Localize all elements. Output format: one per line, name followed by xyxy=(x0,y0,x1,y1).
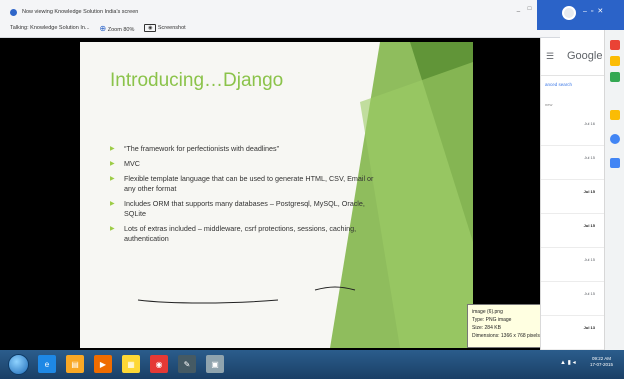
folder-icon[interactable]: ▦ xyxy=(122,355,140,373)
extension-sidebar xyxy=(604,30,624,350)
mail-date: Jul 15 xyxy=(584,155,595,160)
mail-panel: ☰ Google anced search new Jul 16 Jul 15 Ju… xyxy=(540,38,605,350)
avatar[interactable] xyxy=(562,6,576,20)
talking-text: Talking: Knowledge Solution In... xyxy=(10,25,90,31)
presentation-slide: Introducing…Django “The framework for pe… xyxy=(80,42,473,348)
screenshot-button[interactable]: ◉ Screenshot xyxy=(144,24,186,32)
meeting-share-bar: Now viewing Knowledge Solution India's s… xyxy=(0,0,560,38)
ie-icon[interactable]: e xyxy=(38,355,56,373)
extension-icon[interactable] xyxy=(610,134,620,144)
viewing-text: Now viewing Knowledge Solution India's s… xyxy=(22,9,139,15)
system-tray[interactable]: ▲ ▮ ◂ xyxy=(560,359,576,366)
zoom-control[interactable]: ⊕ Zoom 80% xyxy=(100,24,135,33)
menu-icon[interactable]: ☰ xyxy=(546,51,554,62)
mail-row[interactable]: Jul 15 xyxy=(541,214,605,248)
extension-icon[interactable] xyxy=(610,40,620,50)
clock-date: 17-07-2015 xyxy=(590,362,614,367)
share-controls: Talking: Knowledge Solution In... ⊕ Zoom… xyxy=(10,22,186,34)
viewing-row: Now viewing Knowledge Solution India's s… xyxy=(10,6,138,18)
advanced-search-link[interactable]: anced search xyxy=(545,82,572,87)
extension-icon[interactable] xyxy=(610,56,620,66)
annotation-underline xyxy=(137,286,356,304)
zoom-icon: ⊕ xyxy=(99,23,107,33)
extension-icon[interactable] xyxy=(610,158,620,168)
clock[interactable]: 09:22 AM 17-07-2015 xyxy=(590,356,613,368)
start-button[interactable] xyxy=(8,354,29,375)
browser-window-controls[interactable]: –▫✕ xyxy=(583,7,607,15)
camera-icon: ◉ xyxy=(144,24,157,32)
zoom-logo-icon xyxy=(10,8,17,16)
paint-icon[interactable]: ✎ xyxy=(178,355,196,373)
mail-row[interactable]: Jul 13 xyxy=(541,316,605,350)
mail-row[interactable]: Jul 15 xyxy=(541,146,605,180)
mail-row[interactable]: Jul 16 xyxy=(541,112,605,146)
mail-date: Jul 15 xyxy=(583,223,595,228)
zoom-label: Zoom 80% xyxy=(107,26,135,33)
extension-icon[interactable] xyxy=(610,72,620,82)
mail-row[interactable]: Jul 15 xyxy=(541,282,605,316)
mail-date: Jul 15 xyxy=(584,257,595,262)
mail-date: Jul 16 xyxy=(584,121,595,126)
browser-header xyxy=(537,0,624,30)
mail-header: ☰ Google xyxy=(541,38,605,76)
explorer-icon[interactable]: ▤ xyxy=(66,355,84,373)
extension-icon[interactable] xyxy=(610,110,620,120)
mail-row[interactable]: Jul 15 xyxy=(541,248,605,282)
brand-logo: Google xyxy=(567,50,603,62)
taskbar: e ▤ ▶ ▦ ◉ ✎ ▣ ▲ ▮ ◂ 09:22 AM 17-07-2015 xyxy=(0,350,624,379)
new-label: new xyxy=(545,102,553,107)
mail-row[interactable]: Jul 15 xyxy=(541,180,605,214)
mail-date: Jul 15 xyxy=(583,189,595,194)
mail-date: Jul 15 xyxy=(584,291,595,296)
mail-date: Jul 13 xyxy=(583,325,595,330)
media-player-icon[interactable]: ▶ xyxy=(94,355,112,373)
screenshot-label: Screenshot xyxy=(157,25,186,31)
image-viewer-icon[interactable]: ▣ xyxy=(206,355,224,373)
chrome-icon[interactable]: ◉ xyxy=(150,355,168,373)
